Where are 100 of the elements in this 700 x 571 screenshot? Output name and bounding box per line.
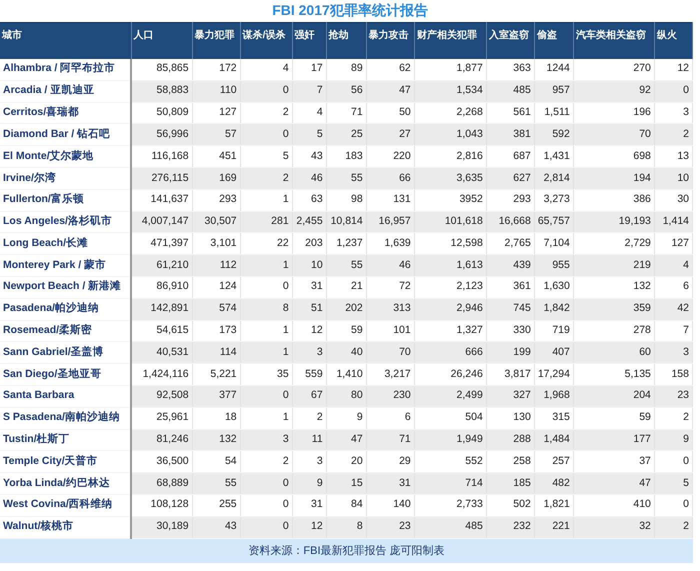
table-cell: 51 xyxy=(292,298,326,320)
table-cell: 183 xyxy=(326,146,366,168)
table-cell: 1,630 xyxy=(534,276,574,298)
table-cell: 592 xyxy=(534,124,574,146)
table-cell: 47 xyxy=(366,80,414,102)
table-cell: 6 xyxy=(366,407,414,430)
table-cell: 70 xyxy=(573,124,654,146)
city-cell: Arcadia / 亚凯迪亚 xyxy=(0,80,132,102)
table-cell: 1,613 xyxy=(414,254,486,276)
table-cell: 281 xyxy=(240,211,292,233)
table-cell: 559 xyxy=(292,364,326,386)
table-cell: 101,618 xyxy=(414,211,486,233)
column-header: 入室盗窃 xyxy=(486,22,534,58)
table-cell: 1 xyxy=(240,254,292,276)
table-cell: 2,455 xyxy=(292,211,326,233)
table-cell: 0 xyxy=(240,124,292,146)
city-cell: Alhambra / 阿罕布拉市 xyxy=(0,58,132,80)
table-cell: 0 xyxy=(240,80,292,102)
table-cell: 27 xyxy=(366,124,414,146)
table-cell: 327 xyxy=(486,385,534,408)
table-cell: 2 xyxy=(654,407,692,430)
table-cell: 359 xyxy=(573,298,654,320)
table-cell: 112 xyxy=(192,254,240,276)
table-cell: 11 xyxy=(292,429,326,451)
table-cell: 46 xyxy=(292,167,326,190)
column-header: 谋杀/误杀 xyxy=(240,22,292,58)
table-cell: 17 xyxy=(292,58,326,80)
table-cell: 16,668 xyxy=(486,211,534,233)
table-cell: 132 xyxy=(573,276,654,298)
column-header: 暴力犯罪 xyxy=(192,22,240,58)
table-cell: 8 xyxy=(326,516,366,538)
city-cell: West Covina/西科维纳 xyxy=(0,494,132,516)
table-cell: 71 xyxy=(366,429,414,451)
table-cell: 63 xyxy=(292,189,326,212)
table-cell: 85,865 xyxy=(131,58,192,80)
table-cell: 21 xyxy=(326,276,366,298)
table-cell: 1244 xyxy=(534,58,574,80)
table-cell: 67 xyxy=(292,385,326,408)
table-cell: 407 xyxy=(534,342,574,364)
table-cell: 1,877 xyxy=(414,58,486,80)
table-cell: 108,128 xyxy=(131,494,192,516)
city-cell: Yorba Linda/约巴林达 xyxy=(0,472,132,494)
table-cell: 1,842 xyxy=(534,298,574,320)
table-cell: 40 xyxy=(326,342,366,364)
table-cell: 23 xyxy=(654,385,692,408)
table-cell: 8 xyxy=(240,298,292,320)
column-header: 城市 xyxy=(0,22,132,58)
table-cell: 361 xyxy=(486,276,534,298)
table-cell: 0 xyxy=(240,385,292,408)
table-cell: 957 xyxy=(534,80,574,102)
table-cell: 141,637 xyxy=(131,189,192,212)
table-cell: 1,431 xyxy=(534,146,574,168)
table-cell: 89 xyxy=(326,58,366,80)
table-cell: 26,246 xyxy=(414,364,486,386)
table-cell: 3,217 xyxy=(366,364,414,386)
table-cell: 3 xyxy=(654,342,692,364)
city-cell: Monterey Park / 蒙市 xyxy=(0,254,132,276)
table-cell: 172 xyxy=(192,58,240,80)
table-cell: 60 xyxy=(573,342,654,364)
city-cell: Diamond Bar / 钻石吧 xyxy=(0,124,132,146)
table-cell: 230 xyxy=(366,385,414,408)
city-cell: Rosemead/柔斯密 xyxy=(0,320,132,342)
table-cell: 16,957 xyxy=(366,211,414,233)
report-title: FBI 2017犯罪率统计报告 xyxy=(271,1,429,20)
table-cell: 439 xyxy=(486,254,534,276)
table-cell: 255 xyxy=(192,494,240,516)
table-cell: 2 xyxy=(654,124,692,146)
table-cell: 32 xyxy=(573,516,654,538)
table-cell: 98 xyxy=(326,189,366,212)
table-cell: 142,891 xyxy=(131,298,192,320)
table-cell: 666 xyxy=(414,342,486,364)
city-cell: Pasadena/帕沙迪纳 xyxy=(0,298,132,320)
city-cell: Irvine/尔湾 xyxy=(0,167,132,190)
table-cell: 410 xyxy=(573,494,654,516)
table-cell: 293 xyxy=(192,189,240,212)
table-cell: 17,294 xyxy=(534,364,574,386)
table-cell: 62 xyxy=(366,58,414,80)
table-cell: 10 xyxy=(292,254,326,276)
table-cell: 177 xyxy=(573,429,654,451)
table-cell: 65,757 xyxy=(534,211,574,233)
table-cell: 66 xyxy=(366,167,414,190)
column-header: 纵火 xyxy=(654,22,692,58)
table-cell: 31 xyxy=(292,494,326,516)
table-cell: 10,814 xyxy=(326,211,366,233)
table-cell: 124 xyxy=(192,276,240,298)
table-cell: 43 xyxy=(292,146,326,168)
table-cell: 3,817 xyxy=(486,364,534,386)
city-cell: Temple City/天普市 xyxy=(0,450,132,473)
table-cell: 13 xyxy=(654,146,692,168)
table-cell: 116,168 xyxy=(131,146,192,168)
table-cell: 55 xyxy=(326,167,366,190)
table-cell: 130 xyxy=(486,407,534,430)
table-cell: 955 xyxy=(534,254,574,276)
table-cell: 220 xyxy=(366,146,414,168)
column-header: 人口 xyxy=(131,22,192,58)
table-cell: 56,996 xyxy=(131,124,192,146)
table-cell: 714 xyxy=(414,472,486,494)
table-cell: 315 xyxy=(534,407,574,430)
table-cell: 56 xyxy=(326,80,366,102)
table-cell: 502 xyxy=(486,494,534,516)
